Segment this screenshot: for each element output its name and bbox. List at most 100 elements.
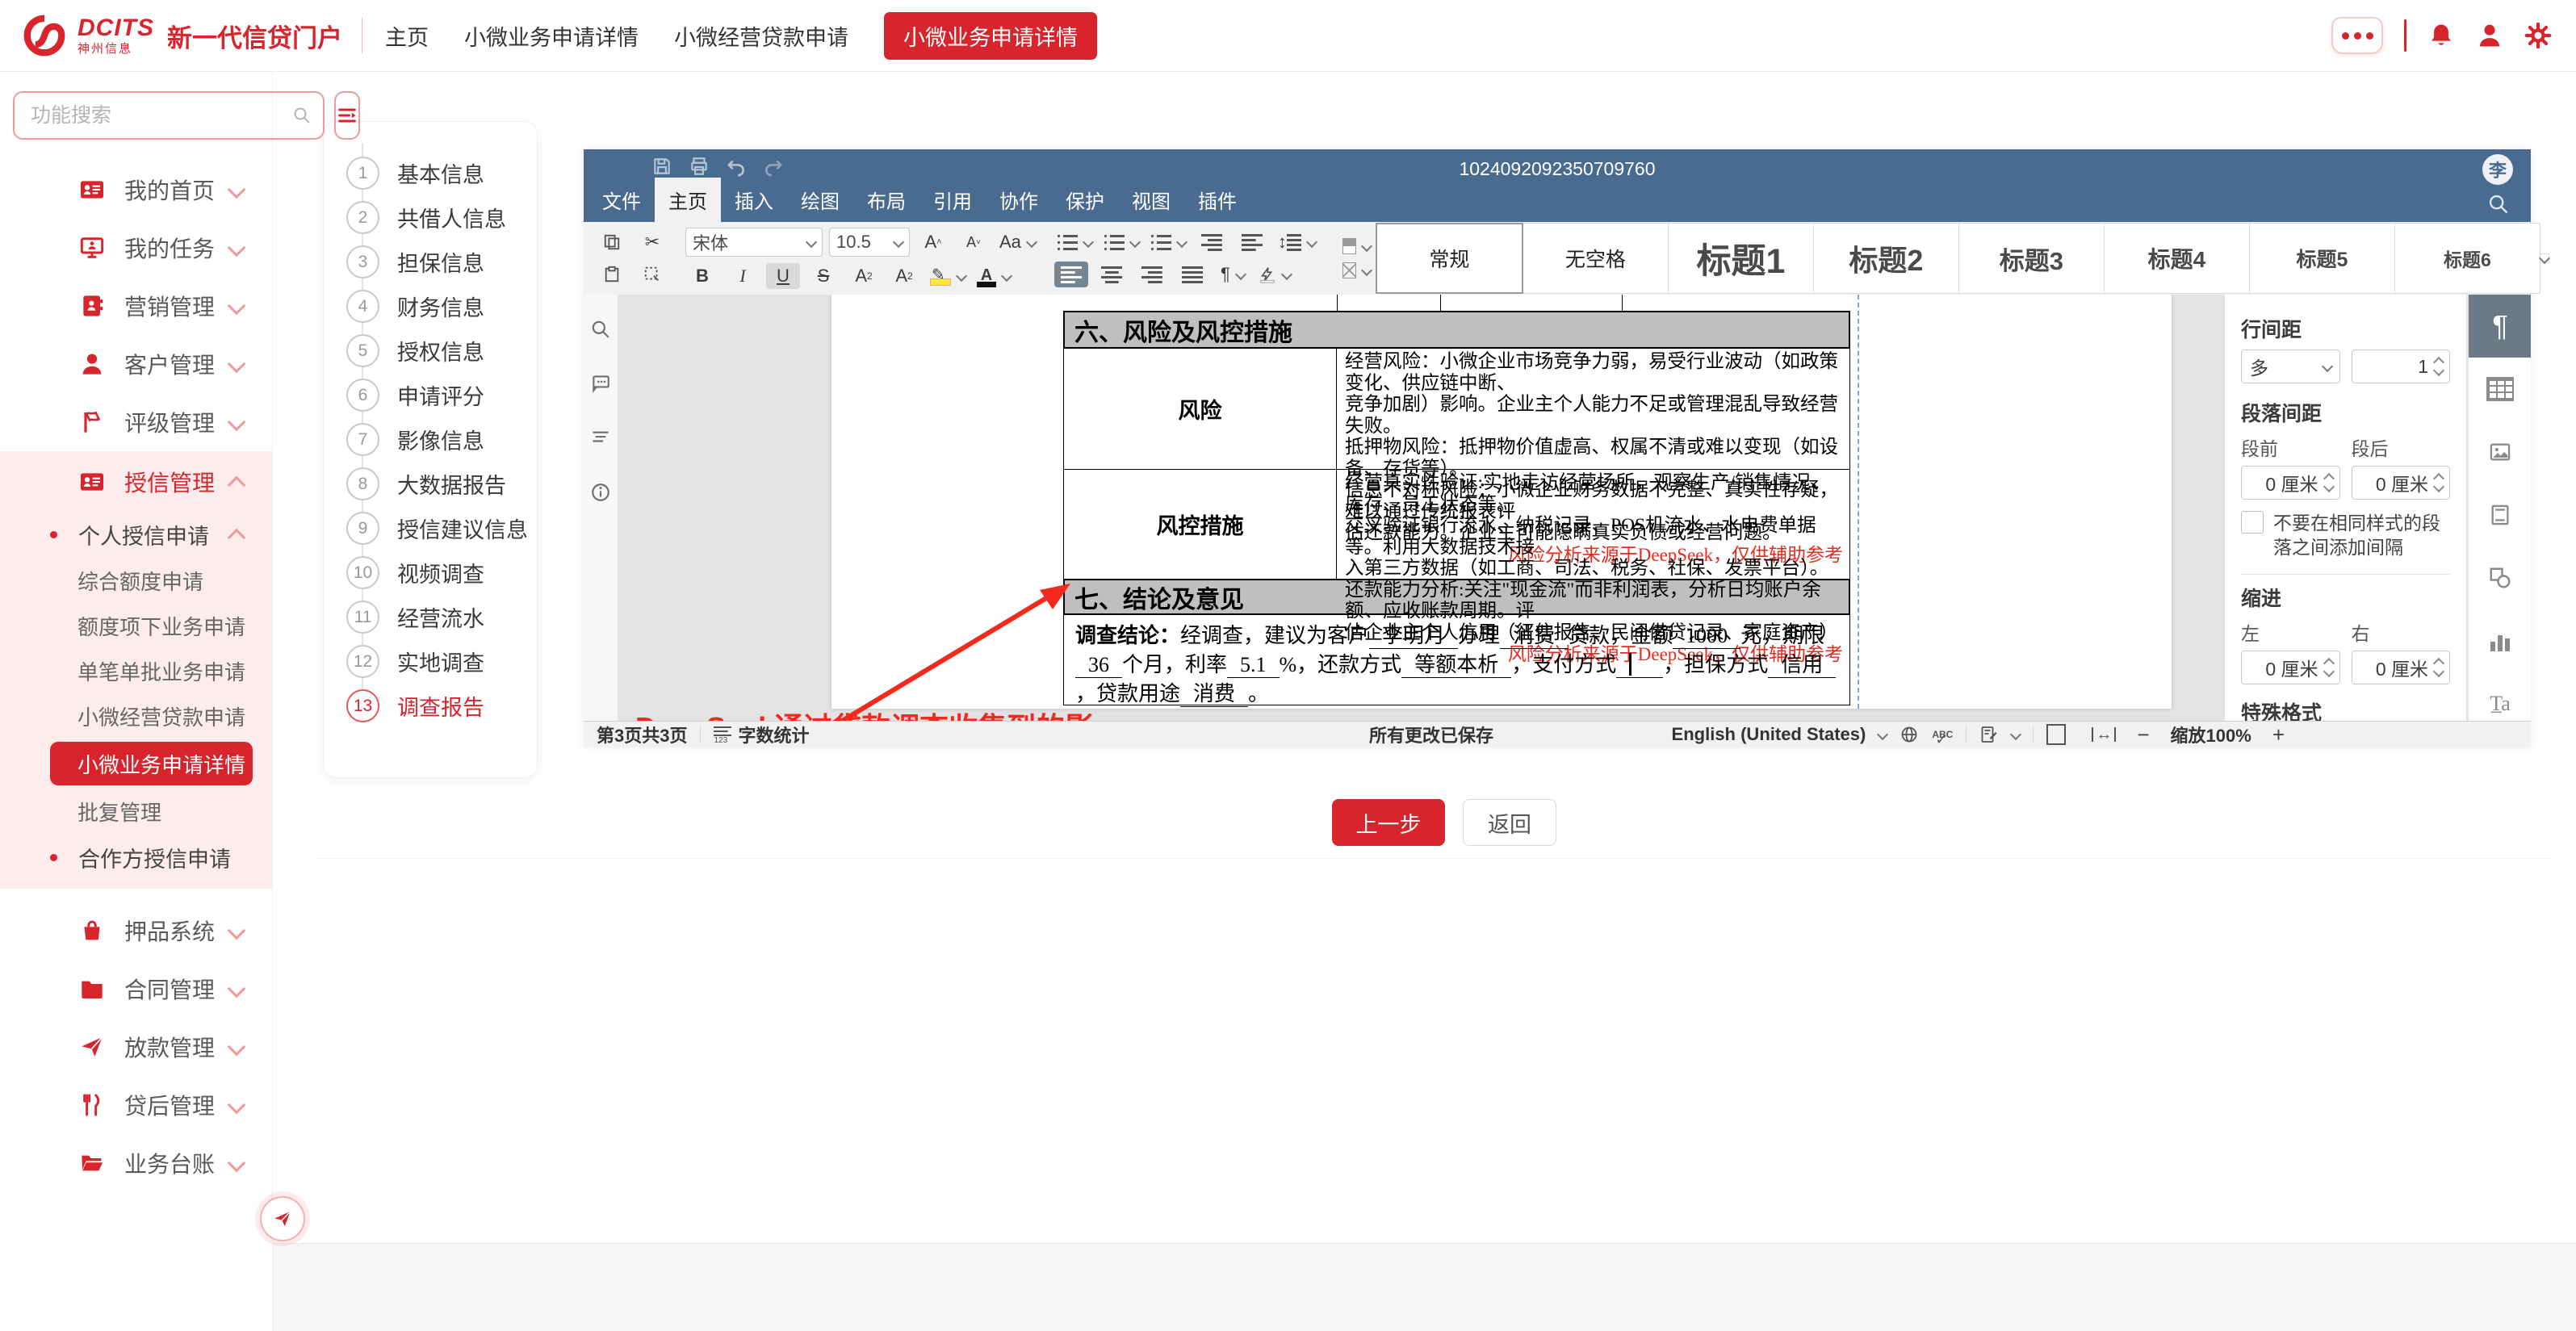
text-art-settings-tab[interactable]: T̲a xyxy=(2469,672,2531,721)
step-item[interactable]: 1 基本信息 xyxy=(324,151,537,195)
chart-settings-tab[interactable] xyxy=(2469,609,2531,672)
spacing-before-input[interactable]: 0 厘米 xyxy=(2241,466,2340,500)
header-footer-settings-tab[interactable] xyxy=(2469,483,2531,546)
editor-search-icon[interactable] xyxy=(2487,193,2510,216)
line-spacing-select[interactable]: 多 xyxy=(2241,349,2340,383)
sidebar-group-credit[interactable]: 授信管理 xyxy=(0,453,272,511)
step-item[interactable]: 10 视频调查 xyxy=(324,550,537,595)
font-family-select[interactable]: 宋体 xyxy=(685,228,823,257)
track-changes-button[interactable] xyxy=(1967,722,2033,747)
sidebar-subitem[interactable]: 单笔单批业务申请 xyxy=(0,648,272,693)
brand[interactable]: DCITS 神州信息 新一代信贷门户 xyxy=(0,12,342,59)
style-option[interactable]: 标题1 xyxy=(1669,223,1814,294)
zoom-out-button[interactable]: − xyxy=(2129,722,2157,747)
select-button[interactable] xyxy=(635,262,669,287)
bell-icon[interactable] xyxy=(2427,22,2455,49)
sidebar-group[interactable]: 放款管理 xyxy=(0,1018,272,1076)
paste-button[interactable] xyxy=(595,262,629,287)
step-item[interactable]: 6 申请评分 xyxy=(324,373,537,417)
numbered-list-button[interactable] xyxy=(1101,229,1141,255)
more-menu-button[interactable] xyxy=(2331,17,2383,54)
multilevel-list-button[interactable] xyxy=(1148,229,1188,255)
fit-page-button[interactable] xyxy=(2034,722,2079,747)
word-count-button[interactable]: 字数统计 xyxy=(701,722,822,747)
search-input[interactable] xyxy=(29,103,292,128)
avatar[interactable]: 李 xyxy=(2482,154,2513,185)
highlight-button[interactable]: ✎ xyxy=(928,263,968,289)
editor-menu-tab[interactable]: 文件 xyxy=(589,178,655,222)
language-select[interactable]: English (United States) xyxy=(1659,722,1900,747)
style-option[interactable]: 标题6 xyxy=(2395,223,2540,294)
sidebar-group[interactable]: 押品系统 xyxy=(0,902,272,960)
step-item[interactable]: 8 大数据报告 xyxy=(324,462,537,506)
table-settings-tab[interactable] xyxy=(2469,358,2531,421)
user-icon[interactable] xyxy=(2476,22,2503,49)
align-center-button[interactable] xyxy=(1095,262,1129,287)
same-style-checkbox[interactable] xyxy=(2241,511,2264,534)
editor-menu-tab[interactable]: 保护 xyxy=(1052,178,1118,222)
globe-icon[interactable] xyxy=(1900,725,1919,744)
nav-tab-3[interactable]: 小微业务申请详情 xyxy=(884,12,1097,60)
style-option[interactable]: 标题4 xyxy=(2105,223,2250,294)
step-item[interactable]: 12 实地调查 xyxy=(324,639,537,684)
gear-icon[interactable] xyxy=(2524,22,2552,49)
step-item[interactable]: 3 担保信息 xyxy=(324,240,537,284)
sidebar-subitem[interactable]: 综合额度申请 xyxy=(0,558,272,603)
font-color-button[interactable]: A xyxy=(974,263,1013,289)
page-indicator[interactable]: 第3页共3页 xyxy=(584,722,700,747)
style-option[interactable]: 常规 xyxy=(1376,223,1523,294)
paragraph-mark-button[interactable]: ¶ xyxy=(1216,262,1250,287)
align-left-button[interactable] xyxy=(1054,262,1088,287)
cut-button[interactable]: ✂ xyxy=(635,229,669,255)
step-item[interactable]: 4 财务信息 xyxy=(324,284,537,329)
sidebar-group[interactable]: 业务台账 xyxy=(0,1134,272,1192)
justify-button[interactable] xyxy=(1175,262,1209,287)
editor-menu-tab[interactable]: 布局 xyxy=(853,178,919,222)
previous-step-button[interactable]: 上一步 xyxy=(1332,799,1445,846)
editor-menu-tab[interactable]: 引用 xyxy=(919,178,986,222)
increase-indent-button[interactable] xyxy=(1235,229,1269,255)
sidebar-subitem[interactable]: 批复管理 xyxy=(0,789,272,834)
style-option[interactable]: 标题2 xyxy=(1814,223,1959,294)
nav-tab-0[interactable]: 主页 xyxy=(385,20,429,52)
nav-tab-2[interactable]: 小微经营贷款申请 xyxy=(674,20,848,52)
align-right-button[interactable] xyxy=(1135,262,1169,287)
style-option[interactable]: 标题3 xyxy=(1959,223,2105,294)
conclusion-paragraph[interactable]: 调查结论：经调查，建议为客户李明月办理消费贷款，金额1000元，期限36个月，利… xyxy=(1063,615,1850,705)
bold-button[interactable]: B xyxy=(685,263,719,289)
editor-menu-tab[interactable]: 视图 xyxy=(1118,178,1184,222)
editor-menu-tab[interactable]: 插件 xyxy=(1184,178,1250,222)
style-option[interactable]: 无空格 xyxy=(1523,223,1669,294)
paragraph-settings-tab[interactable]: ¶ xyxy=(2469,295,2531,358)
sidebar-subitem-active[interactable]: 小微业务申请详情 xyxy=(50,742,253,785)
copy-button[interactable] xyxy=(595,229,629,255)
spellcheck-button[interactable]: ABC✓ xyxy=(1919,722,1966,747)
indent-right-input[interactable]: 0 厘米 xyxy=(2352,651,2451,684)
sidebar-group[interactable]: 我的首页 xyxy=(0,161,272,219)
zoom-level[interactable]: 缩放100% xyxy=(2158,722,2264,747)
line-spacing-button[interactable]: ↕ xyxy=(1275,229,1318,255)
sidebar-group[interactable]: 贷后管理 xyxy=(0,1076,272,1134)
sidebar-subitem[interactable]: 额度项下业务申请 xyxy=(0,603,272,648)
decrease-indent-button[interactable] xyxy=(1195,229,1229,255)
bullet-list-button[interactable] xyxy=(1054,229,1095,255)
char-shading-button[interactable] xyxy=(1342,238,1371,254)
char-border-button[interactable] xyxy=(1342,262,1371,278)
feedback-float-button[interactable] xyxy=(260,1196,305,1241)
shape-settings-tab[interactable] xyxy=(2469,546,2531,609)
sidebar-item-partner-credit[interactable]: 合作方授信申请 xyxy=(0,834,272,881)
sidebar-subitem[interactable]: 小微经营贷款申请 xyxy=(0,693,272,739)
sidebar-collapse-button[interactable] xyxy=(334,91,360,140)
step-item[interactable]: 11 经营流水 xyxy=(324,595,537,639)
sidebar-group[interactable]: 合同管理 xyxy=(0,960,272,1018)
strikethrough-button[interactable]: S xyxy=(806,263,840,289)
fit-width-button[interactable]: ↔ xyxy=(2079,722,2129,747)
sidebar-item-personal-credit[interactable]: 个人授信申请 xyxy=(0,511,272,558)
step-item[interactable]: 9 授信建议信息 xyxy=(324,506,537,550)
zoom-in-button[interactable]: + xyxy=(2264,722,2293,747)
sidebar-group[interactable]: 营销管理 xyxy=(0,277,272,335)
step-item[interactable]: 7 影像信息 xyxy=(324,417,537,462)
comments-icon[interactable] xyxy=(590,372,611,393)
font-size-select[interactable]: 10.5 xyxy=(829,228,910,257)
sidebar-group[interactable]: 客户管理 xyxy=(0,335,272,393)
